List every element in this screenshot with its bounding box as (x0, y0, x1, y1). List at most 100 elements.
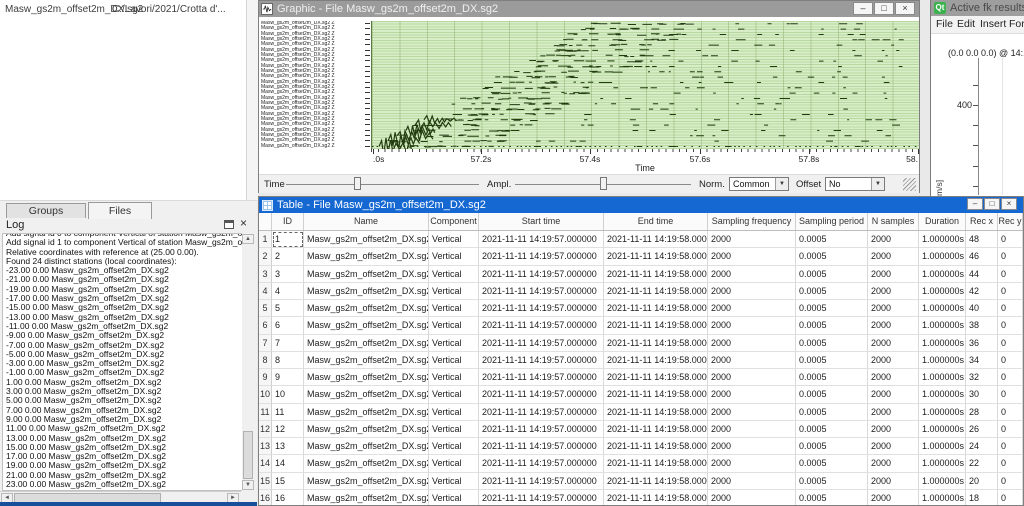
cell[interactable]: 44 (966, 266, 998, 283)
cell[interactable]: 2000 (868, 335, 919, 352)
column-header[interactable]: Duration (919, 213, 966, 230)
cell[interactable]: Vertical (429, 369, 479, 386)
table-row[interactable]: 77Masw_gs2m_offset2m_DX.sg2Vertical2021-… (259, 335, 1023, 352)
column-header[interactable]: N samples (868, 213, 919, 230)
fk-chart[interactable]: (0.0 0.0 0.0) @ 14:19: 400 m/s] (932, 34, 1024, 195)
cell[interactable]: 38 (966, 317, 998, 334)
cell[interactable]: 1.000000s (919, 455, 966, 472)
minimize-button[interactable]: – (853, 2, 873, 15)
row-number[interactable]: 6 (259, 317, 272, 334)
row-number[interactable]: 9 (259, 369, 272, 386)
cell[interactable]: 0 (998, 490, 1023, 506)
cell[interactable]: Masw_gs2m_offset2m_DX.sg2 (304, 473, 429, 490)
cell[interactable]: 2000 (868, 369, 919, 386)
cell[interactable]: 2000 (708, 455, 796, 472)
cell[interactable]: 2000 (708, 231, 796, 248)
seismic-plot[interactable] (371, 21, 919, 149)
maximize-button[interactable]: □ (874, 2, 894, 15)
cell[interactable]: 0 (998, 300, 1023, 317)
cell[interactable]: 24 (966, 438, 998, 455)
cell[interactable]: 0.0005 (796, 300, 868, 317)
cell[interactable]: Masw_gs2m_offset2m_DX.sg2 (304, 386, 429, 403)
cell[interactable]: 40 (966, 300, 998, 317)
cell[interactable]: 0 (998, 473, 1023, 490)
cell[interactable]: 2000 (708, 300, 796, 317)
row-number[interactable]: 2 (259, 248, 272, 265)
cell[interactable]: 0.0005 (796, 352, 868, 369)
cell[interactable]: 2000 (708, 266, 796, 283)
row-number[interactable]: 12 (259, 421, 272, 438)
cell[interactable]: 14 (272, 455, 304, 472)
cell[interactable]: 8 (272, 352, 304, 369)
cell[interactable]: 0.0005 (796, 490, 868, 506)
cell[interactable]: 2021-11-11 14:19:58.000000 (604, 248, 708, 265)
cell[interactable]: Masw_gs2m_offset2m_DX.sg2 (304, 438, 429, 455)
cell[interactable]: 2000 (708, 438, 796, 455)
cell[interactable]: 2021-11-11 14:19:57.000000 (479, 369, 604, 386)
file-list-path[interactable]: C:/Lavori/2021/Crotta d'... (112, 4, 244, 15)
column-header[interactable]: Start time (479, 213, 604, 230)
cell[interactable]: 0.0005 (796, 317, 868, 334)
cell[interactable]: 0.0005 (796, 248, 868, 265)
close-button[interactable]: × (1001, 198, 1017, 210)
close-button[interactable]: × (895, 2, 915, 15)
cell[interactable]: 2000 (868, 421, 919, 438)
cell[interactable]: 0.0005 (796, 455, 868, 472)
offset-select[interactable]: No ▼ (825, 177, 885, 191)
table-row[interactable]: 11Masw_gs2m_offset2m_DX.sg2Vertical2021-… (259, 231, 1023, 248)
cell[interactable]: 0 (998, 404, 1023, 421)
cell[interactable]: 2000 (868, 283, 919, 300)
cell[interactable]: 0 (998, 317, 1023, 334)
cell[interactable]: Vertical (429, 490, 479, 506)
cell[interactable]: 0 (998, 438, 1023, 455)
cell[interactable]: Vertical (429, 404, 479, 421)
cell[interactable]: Masw_gs2m_offset2m_DX.sg2 (304, 404, 429, 421)
cell[interactable]: 7 (272, 335, 304, 352)
ampl-slider-handle[interactable] (600, 177, 607, 190)
row-number[interactable]: 11 (259, 404, 272, 421)
row-number[interactable]: 1 (259, 231, 272, 248)
cell[interactable]: Vertical (429, 421, 479, 438)
cell[interactable]: 0.0005 (796, 404, 868, 421)
cell[interactable]: 0 (998, 386, 1023, 403)
log-output[interactable]: Add signal id 0 to component Vertical of… (2, 233, 254, 491)
menu-file[interactable]: File (936, 18, 953, 30)
cell[interactable]: 2000 (868, 352, 919, 369)
cell[interactable]: 0 (998, 248, 1023, 265)
cell[interactable]: 3 (272, 266, 304, 283)
cell[interactable]: 2021-11-11 14:19:58.000000 (604, 300, 708, 317)
cell[interactable]: Masw_gs2m_offset2m_DX.sg2 (304, 421, 429, 438)
cell[interactable]: Masw_gs2m_offset2m_DX.sg2 (304, 248, 429, 265)
tab-files[interactable]: Files (88, 202, 152, 219)
cell[interactable]: 36 (966, 335, 998, 352)
cell[interactable]: 2021-11-11 14:19:57.000000 (479, 490, 604, 506)
cell[interactable]: 0.0005 (796, 386, 868, 403)
cell[interactable]: Masw_gs2m_offset2m_DX.sg2 (304, 300, 429, 317)
menu-edit[interactable]: Edit (957, 18, 975, 30)
cell[interactable]: 2021-11-11 14:19:57.000000 (479, 300, 604, 317)
cell[interactable]: 26 (966, 421, 998, 438)
cell[interactable]: Masw_gs2m_offset2m_DX.sg2 (304, 317, 429, 334)
row-number[interactable]: 13 (259, 438, 272, 455)
cell[interactable]: 0 (998, 266, 1023, 283)
cell[interactable]: 1.000000s (919, 386, 966, 403)
cell[interactable]: 2021-11-11 14:19:58.000000 (604, 231, 708, 248)
cell[interactable]: Masw_gs2m_offset2m_DX.sg2 (304, 266, 429, 283)
row-number[interactable]: 16 (259, 490, 272, 506)
cell[interactable]: 0 (998, 283, 1023, 300)
cell[interactable]: Vertical (429, 317, 479, 334)
cell[interactable]: 4 (272, 283, 304, 300)
cell[interactable]: 2000 (708, 369, 796, 386)
cell[interactable]: 6 (272, 317, 304, 334)
row-number[interactable]: 8 (259, 352, 272, 369)
cell[interactable]: Vertical (429, 386, 479, 403)
cell[interactable]: 0.0005 (796, 266, 868, 283)
cell[interactable]: Masw_gs2m_offset2m_DX.sg2 (304, 455, 429, 472)
cell[interactable]: 2000 (708, 386, 796, 403)
cell[interactable]: Vertical (429, 231, 479, 248)
cell[interactable]: 0.0005 (796, 335, 868, 352)
cell[interactable]: 2021-11-11 14:19:58.000000 (604, 473, 708, 490)
cell[interactable]: 34 (966, 352, 998, 369)
cell[interactable]: 2021-11-11 14:19:57.000000 (479, 404, 604, 421)
column-header[interactable]: Name (304, 213, 429, 230)
